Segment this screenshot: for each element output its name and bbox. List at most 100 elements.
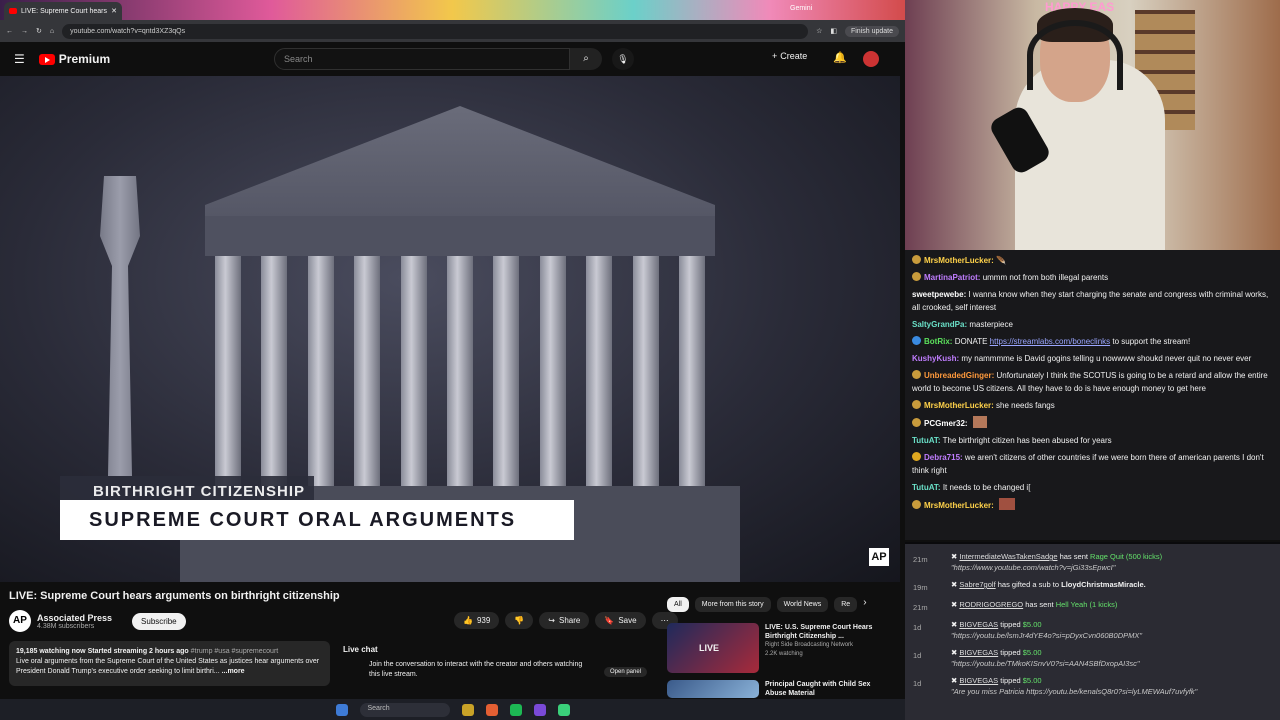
browser-tab-strip: LIVE: Supreme Court hears ✕ Gemini	[0, 0, 905, 20]
microphone-icon[interactable]: 🎙	[612, 48, 634, 70]
chip-related[interactable]: Re	[834, 597, 858, 612]
chat-message: MrsMotherLucker: 🪶	[912, 254, 1273, 267]
like-button[interactable]: 👍 939	[454, 612, 500, 629]
chat-message: MartinaPatriot: ummm not from both illeg…	[912, 271, 1273, 284]
description-tags[interactable]: #trump #usa #supremecourt	[191, 648, 279, 655]
gemini-button[interactable]: Gemini	[790, 5, 812, 12]
channel-avatar[interactable]: AP	[9, 610, 31, 632]
chevron-right-icon[interactable]: ›	[863, 597, 866, 612]
emote-icon: 🪶	[996, 256, 1006, 265]
chat-username[interactable]: MrsMotherLucker:	[924, 501, 994, 510]
chat-message: TutuAT: The birthright citizen has been …	[912, 434, 1273, 447]
youtube-header: ☰ Premium Search ⌕ 🎙 + Create 🔔	[0, 42, 905, 76]
close-icon[interactable]: ✕	[111, 7, 117, 15]
badge-icon	[912, 500, 921, 509]
event-user[interactable]: BIGVEGAS	[959, 648, 998, 657]
chat-username[interactable]: Debra715:	[924, 453, 963, 462]
video-title: LIVE: Supreme Court hears arguments on b…	[9, 590, 340, 602]
subscribe-button[interactable]: Subscribe	[132, 612, 186, 630]
app-icon[interactable]	[533, 703, 546, 716]
badge-icon	[912, 255, 921, 264]
finish-update-button[interactable]: Finish update	[844, 25, 899, 37]
chat-username[interactable]: sweetpewebe:	[912, 290, 966, 299]
recommended-title[interactable]: LIVE: U.S. Supreme Court Hears Birthrigh…	[765, 623, 887, 641]
taskbar-search[interactable]: Search	[359, 702, 450, 717]
video-actions: 👍 939 👎 ↪ Share 🔖 Save ⋯	[454, 612, 678, 629]
share-button[interactable]: ↪ Share	[539, 612, 590, 629]
chat-username[interactable]: SaltyGrandPa:	[912, 320, 967, 329]
chat-username[interactable]: MrsMotherLucker:	[924, 256, 994, 265]
event-link: "https://www.youtube.com/watch?v=jGi33sE…	[951, 563, 1116, 572]
chat-message: MrsMotherLucker: she needs fangs	[912, 399, 1273, 412]
file-explorer-icon[interactable]	[461, 703, 474, 716]
event-time: 1d	[913, 623, 922, 632]
reload-icon[interactable]: ↻	[36, 27, 42, 35]
chat-username[interactable]: MrsMotherLucker:	[924, 401, 994, 410]
browser-tab[interactable]: LIVE: Supreme Court hears ✕	[4, 2, 122, 20]
start-icon[interactable]	[335, 703, 348, 716]
recommended-channel[interactable]: Right Side Broadcasting Network	[765, 641, 887, 650]
windows-taskbar: Search	[0, 699, 905, 720]
chat-username[interactable]: TutuAT:	[912, 436, 941, 445]
chat-username[interactable]: TutuAT:	[912, 483, 941, 492]
address-bar-row: ← → ↻ ⌂ youtube.com/watch?v=qntd3XZ3qQs …	[0, 20, 905, 42]
chip-more-from-story[interactable]: More from this story	[694, 597, 771, 612]
forward-icon[interactable]: →	[21, 28, 28, 35]
create-button[interactable]: + Create	[772, 51, 807, 61]
chat-username[interactable]: KushyKush:	[912, 354, 959, 363]
home-icon[interactable]: ⌂	[50, 28, 54, 35]
channel-name[interactable]: Associated Press	[37, 613, 112, 623]
event-user[interactable]: IntermediateWasTakenSadge	[959, 552, 1057, 561]
recommended-video[interactable]: Principal Caught with Child Sex Abuse Ma…	[667, 680, 887, 698]
recommended-title[interactable]: Principal Caught with Child Sex Abuse Ma…	[765, 680, 887, 698]
event-user[interactable]: Sabre7golf	[959, 580, 995, 589]
event-user[interactable]: RODRIGOGREGO	[959, 600, 1023, 609]
menu-icon[interactable]: ☰	[14, 52, 25, 66]
more-link[interactable]: ...more	[222, 668, 245, 675]
youtube-logo[interactable]: Premium	[38, 52, 110, 66]
chat-message: BotRix: DONATE https://streamlabs.com/bo…	[912, 335, 1273, 348]
open-panel-button[interactable]: Open panel	[604, 667, 648, 677]
bell-icon[interactable]: 🔔	[833, 51, 847, 64]
video-player[interactable]: BIRTHRIGHT CITIZENSHIP SUPREME COURT ORA…	[0, 76, 900, 582]
event-user[interactable]: BIGVEGAS	[959, 620, 998, 629]
recommended-meta: 2.2K watching	[765, 651, 803, 657]
description-box[interactable]: 19,185 watching now Started streaming 2 …	[9, 641, 330, 686]
extensions-icon[interactable]: ◧	[830, 27, 837, 35]
avatar[interactable]	[863, 51, 879, 67]
chat-username[interactable]: UnbreadedGinger:	[924, 371, 994, 380]
event-highlight: Hell Yeah (1 kicks)	[1055, 600, 1118, 609]
video-thumbnail[interactable]	[667, 680, 759, 698]
recommendation-chips: All More from this story World News Re ›	[667, 597, 867, 612]
event-link: "Are you miss Patricia https://youtu.be/…	[951, 687, 1198, 696]
browser-icon[interactable]	[485, 703, 498, 716]
chat-message: sweetpewebe: I wanna know when they star…	[912, 288, 1273, 314]
search-input[interactable]: Search	[274, 48, 570, 70]
chat-username[interactable]: BotRix:	[924, 337, 952, 346]
tab-title: LIVE: Supreme Court hears	[21, 7, 107, 15]
dislike-button[interactable]: 👎	[505, 612, 534, 629]
emote-icon	[972, 416, 987, 428]
event-item: 1d ✖ BIGVEGAS tipped $5.00 "Are you miss P…	[905, 672, 1280, 700]
url-field[interactable]: youtube.com/watch?v=qntd3XZ3qQs	[62, 23, 809, 39]
recommended-video[interactable]: LIVE LIVE: U.S. Supreme Court Hears Birt…	[667, 623, 887, 673]
spotify-icon[interactable]	[509, 703, 522, 716]
event-user[interactable]: BIGVEGAS	[959, 676, 998, 685]
back-icon[interactable]: ←	[6, 28, 13, 35]
chat-message: TutuAT: It needs to be changed i[	[912, 481, 1273, 494]
bookmark-icon: 🔖	[604, 616, 615, 625]
video-thumbnail[interactable]: LIVE	[667, 623, 759, 673]
event-link: "https://youtu.be/lsmJr4dYE4o?si=pDyxCvn…	[951, 631, 1143, 640]
save-button[interactable]: 🔖 Save	[595, 612, 646, 629]
chip-world-news[interactable]: World News	[776, 597, 829, 612]
event-time: 21m	[913, 555, 928, 564]
star-icon[interactable]: ☆	[816, 27, 822, 35]
search-icon[interactable]: ⌕	[570, 48, 602, 70]
youtube-play-icon	[38, 53, 55, 65]
chat-link[interactable]: https://streamlabs.com/boneclinks	[990, 337, 1111, 346]
app-icon[interactable]	[557, 703, 570, 716]
court-columns	[215, 256, 705, 496]
chip-all[interactable]: All	[667, 597, 689, 612]
chat-username[interactable]: PCGmer32:	[924, 419, 968, 428]
chat-username[interactable]: MartinaPatriot:	[924, 273, 980, 282]
